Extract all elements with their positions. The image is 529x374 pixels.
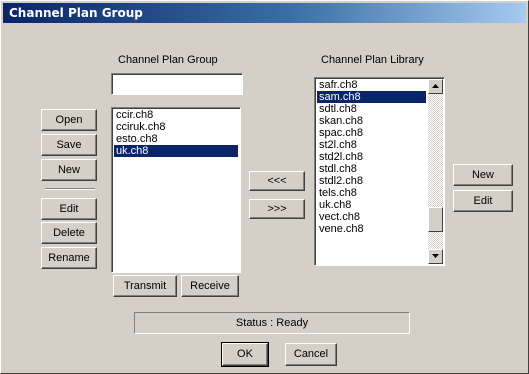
library-list-item[interactable]: std2l.ch8	[317, 151, 426, 163]
open-button[interactable]: Open	[41, 109, 97, 131]
library-list-item[interactable]: sam.ch8	[317, 91, 426, 103]
library-listbox[interactable]: safr.ch8 sam.ch8 sdtl.ch8 skan.ch8 spac.ch8 s…	[314, 77, 445, 266]
library-list-item[interactable]: vect.ch8	[317, 211, 426, 223]
remove-from-group-button[interactable]: >>>	[249, 199, 305, 219]
new-group-button[interactable]: New	[41, 159, 97, 181]
rename-button[interactable]: Rename	[41, 247, 97, 269]
group-list-item[interactable]: uk.ch8	[114, 145, 238, 157]
group-heading: Channel Plan Group	[118, 54, 218, 66]
library-heading: Channel Plan Library	[321, 54, 424, 66]
library-list-item[interactable]: vene.ch8	[317, 223, 426, 235]
new-group-label: New	[57, 164, 80, 176]
edit-library-label: Edit	[473, 195, 493, 207]
window-title: Channel Plan Group	[9, 6, 143, 20]
edit-group-label: Edit	[59, 203, 79, 215]
scroll-down-button[interactable]	[428, 249, 443, 264]
ok-label: OK	[237, 348, 253, 360]
save-label: Save	[56, 139, 82, 151]
library-list-item[interactable]: stdl.ch8	[317, 163, 426, 175]
group-listbox[interactable]: ccir.ch8 cciruk.ch8 esto.ch8 uk.ch8	[111, 107, 241, 273]
edit-group-button[interactable]: Edit	[41, 198, 97, 220]
add-to-group-label: <<<	[267, 175, 287, 187]
group-list-item[interactable]: esto.ch8	[114, 133, 238, 145]
new-library-label: New	[471, 169, 494, 181]
remove-from-group-label: >>>	[267, 203, 287, 215]
save-button[interactable]: Save	[41, 134, 97, 156]
transmit-label: Transmit	[123, 280, 167, 292]
cancel-label: Cancel	[293, 348, 329, 360]
library-list-item[interactable]: skan.ch8	[317, 115, 426, 127]
edit-library-button[interactable]: Edit	[453, 190, 513, 212]
add-to-group-button[interactable]: <<<	[249, 171, 305, 191]
library-list-item[interactable]: st2l.ch8	[317, 139, 426, 151]
cancel-button[interactable]: Cancel	[285, 343, 337, 366]
delete-label: Delete	[53, 227, 85, 239]
group-name-input[interactable]	[111, 73, 243, 95]
new-library-button[interactable]: New	[453, 164, 513, 186]
arrow-up-icon	[432, 84, 439, 88]
receive-label: Receive	[190, 280, 230, 292]
library-list-item[interactable]: stdl2.ch8	[317, 175, 426, 187]
rename-label: Rename	[48, 252, 90, 264]
arrow-down-icon	[432, 254, 439, 258]
separator	[45, 188, 95, 190]
status-bar: Status : Ready	[134, 312, 410, 334]
library-list-item[interactable]: uk.ch8	[317, 199, 426, 211]
receive-button[interactable]: Receive	[181, 275, 239, 297]
library-scrollbar[interactable]	[428, 79, 443, 264]
channel-plan-group-window: Channel Plan Group Channel Plan Group Ch…	[0, 0, 529, 374]
delete-button[interactable]: Delete	[41, 222, 97, 244]
transmit-button[interactable]: Transmit	[113, 275, 177, 297]
open-label: Open	[55, 114, 83, 126]
title-bar[interactable]: Channel Plan Group	[3, 3, 526, 23]
scroll-up-button[interactable]	[428, 79, 443, 94]
group-list-item[interactable]: cciruk.ch8	[114, 121, 238, 133]
library-list-item[interactable]: safr.ch8	[317, 79, 426, 91]
scroll-thumb[interactable]	[428, 207, 443, 232]
library-list-item[interactable]: tels.ch8	[317, 187, 426, 199]
library-list-item[interactable]: spac.ch8	[317, 127, 426, 139]
ok-button[interactable]: OK	[221, 342, 269, 367]
status-text: Status : Ready	[235, 317, 309, 329]
library-list-item[interactable]: sdtl.ch8	[317, 103, 426, 115]
group-list-item[interactable]: ccir.ch8	[114, 109, 238, 121]
